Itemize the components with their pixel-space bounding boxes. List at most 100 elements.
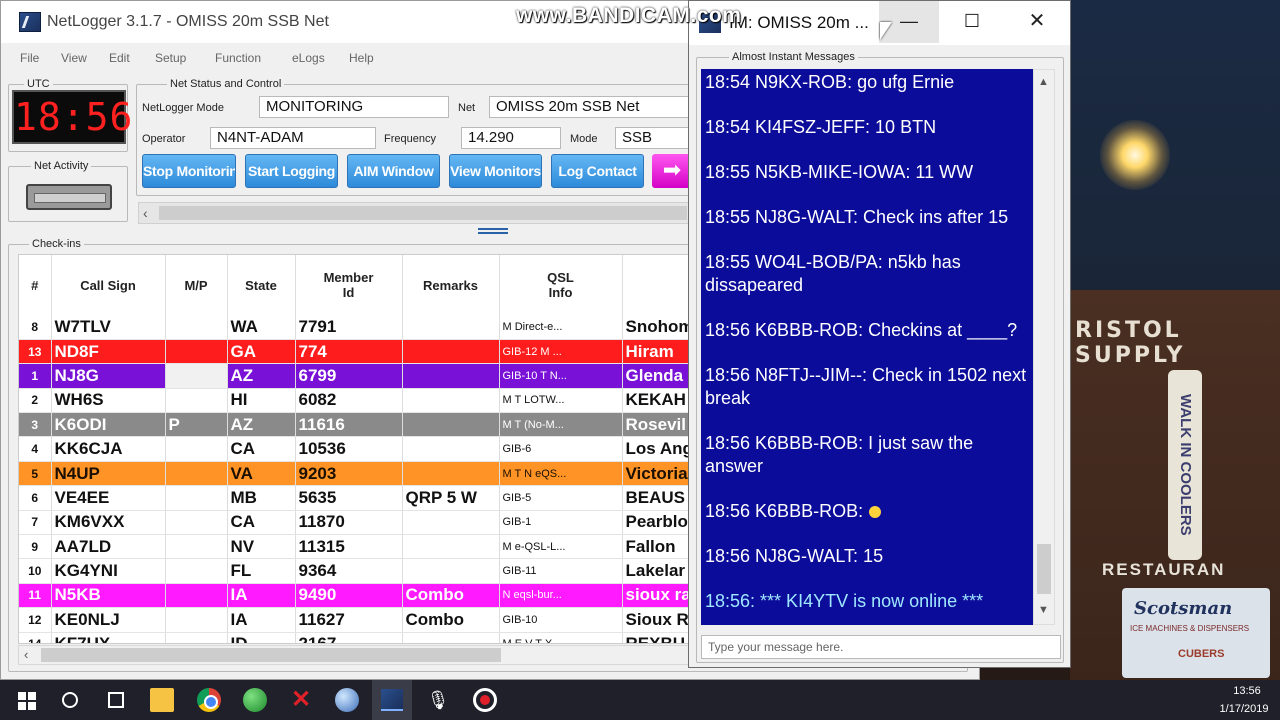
cell-state[interactable]: HI: [227, 388, 296, 414]
cell-num[interactable]: 13: [19, 339, 52, 365]
scroll-left-icon[interactable]: ‹: [143, 203, 148, 223]
cell-remarks[interactable]: Combo: [402, 583, 500, 609]
net-field[interactable]: OMISS 20m SSB Net: [489, 96, 689, 118]
cell-remarks[interactable]: [402, 339, 500, 365]
cell-callsign[interactable]: N4UP: [51, 461, 166, 487]
table-row[interactable]: 3 K6ODI P AZ 11616 M T (No-M... Rosevil: [19, 412, 689, 438]
cell-callsign[interactable]: WH6S: [51, 388, 166, 414]
x-app-icon[interactable]: ✕: [289, 688, 313, 712]
cell-city[interactable]: Pearblo: [622, 510, 689, 536]
cell-mp[interactable]: [165, 363, 228, 389]
menu-file[interactable]: File: [20, 51, 39, 65]
cell-callsign[interactable]: KF7UX: [51, 632, 166, 643]
mode-field[interactable]: MONITORING: [259, 96, 449, 118]
cell-num[interactable]: 1: [19, 363, 52, 389]
network-icon[interactable]: [335, 688, 359, 712]
cell-member-id[interactable]: 5635: [295, 485, 403, 511]
cell-qsl-info[interactable]: GIB-10 T N...: [499, 363, 623, 389]
table-row[interactable]: 7 KM6VXX CA 11870 GIB-1 Pearblo: [19, 510, 689, 536]
cell-num[interactable]: 7: [19, 510, 52, 536]
scrollbar-thumb[interactable]: [41, 648, 501, 662]
cell-mp[interactable]: P: [165, 412, 228, 438]
splitter-handle-icon[interactable]: [478, 228, 508, 234]
cell-remarks[interactable]: [402, 461, 500, 487]
stop-monitoring-button[interactable]: Stop Monitoring: [142, 154, 236, 188]
column-header-remarks[interactable]: Remarks: [402, 255, 500, 315]
table-row[interactable]: 1 NJ8G AZ 6799 GIB-10 T N... Glenda: [19, 363, 689, 389]
cell-remarks[interactable]: [402, 315, 500, 340]
cell-mp[interactable]: [165, 436, 228, 462]
cell-state[interactable]: FL: [227, 558, 296, 584]
cell-member-id[interactable]: 10536: [295, 436, 403, 462]
cell-callsign[interactable]: KE0NLJ: [51, 607, 166, 633]
cell-state[interactable]: AZ: [227, 363, 296, 389]
cell-state[interactable]: NV: [227, 534, 296, 560]
status-horizontal-scrollbar[interactable]: ‹: [138, 202, 690, 224]
cell-qsl-info[interactable]: GIB-12 M ...: [499, 339, 623, 365]
cell-num[interactable]: 12: [19, 607, 52, 633]
cell-state[interactable]: IA: [227, 607, 296, 633]
globe-icon[interactable]: [243, 688, 267, 712]
cell-callsign[interactable]: AA7LD: [51, 534, 166, 560]
cell-member-id[interactable]: 11870: [295, 510, 403, 536]
cell-callsign[interactable]: W7TLV: [51, 315, 166, 340]
menu-help[interactable]: Help: [349, 51, 374, 65]
cell-city[interactable]: Fallon: [622, 534, 689, 560]
column-header-member-id[interactable]: Member Id: [295, 255, 403, 315]
aim-window-button[interactable]: AIM Window: [347, 154, 440, 188]
cell-mp[interactable]: [165, 583, 228, 609]
cell-callsign[interactable]: KG4YNI: [51, 558, 166, 584]
cell-mp[interactable]: [165, 510, 228, 536]
cell-city[interactable]: Sioux R: [622, 607, 689, 633]
cell-num[interactable]: 9: [19, 534, 52, 560]
table-row[interactable]: 5 N4UP VA 9203 M T N eQS... Victoria: [19, 461, 689, 487]
column-header-state[interactable]: State: [227, 255, 296, 315]
scroll-up-icon[interactable]: ▲: [1038, 76, 1049, 88]
cell-member-id[interactable]: 774: [295, 339, 403, 365]
cell-callsign[interactable]: VE4EE: [51, 485, 166, 511]
cell-remarks[interactable]: [402, 632, 500, 643]
cell-city[interactable]: Lakelar: [622, 558, 689, 584]
table-row[interactable]: 12 KE0NLJ IA 11627 Combo GIB-10 Sioux R: [19, 607, 689, 633]
cell-qsl-info[interactable]: M E V T X: [499, 632, 623, 643]
file-explorer-icon[interactable]: [150, 688, 174, 712]
cell-num[interactable]: 2: [19, 388, 52, 414]
menu-setup[interactable]: Setup: [155, 51, 186, 65]
cell-remarks[interactable]: [402, 510, 500, 536]
cell-mp[interactable]: [165, 558, 228, 584]
cell-mp[interactable]: [165, 461, 228, 487]
cell-remarks[interactable]: [402, 558, 500, 584]
chrome-icon[interactable]: [197, 688, 221, 712]
column-header-qsl-info[interactable]: QSL Info: [499, 255, 623, 315]
cell-qsl-info[interactable]: GIB-10: [499, 607, 623, 633]
cell-member-id[interactable]: 9364: [295, 558, 403, 584]
aim-message-log[interactable]: 18:54 N9KX-ROB: go ufg Ernie 18:54 KI4FSZ…: [701, 69, 1033, 625]
cell-callsign[interactable]: NJ8G: [51, 363, 166, 389]
cell-num[interactable]: 6: [19, 485, 52, 511]
taskbar-time[interactable]: 13:56: [1222, 685, 1272, 697]
cell-callsign[interactable]: K6ODI: [51, 412, 166, 438]
start-logging-button[interactable]: Start Logging: [245, 154, 338, 188]
cell-city[interactable]: Rosevil: [622, 412, 689, 438]
cell-member-id[interactable]: 6799: [295, 363, 403, 389]
arrow-right-button[interactable]: ➡: [652, 154, 692, 188]
cell-city[interactable]: sioux ra: [622, 583, 689, 609]
column-header-city[interactable]: [622, 255, 689, 315]
cell-city[interactable]: KEKAH: [622, 388, 689, 414]
cell-state[interactable]: CA: [227, 436, 296, 462]
cell-callsign[interactable]: N5KB: [51, 583, 166, 609]
table-row[interactable]: 8 W7TLV WA 7791 M Direct-e... Snohom: [19, 315, 689, 340]
cell-member-id[interactable]: 7791: [295, 315, 403, 340]
cell-qsl-info[interactable]: M e-QSL-L...: [499, 534, 623, 560]
menu-edit[interactable]: Edit: [109, 51, 130, 65]
taskbar-date[interactable]: 1/17/2019: [1212, 703, 1276, 715]
cell-remarks[interactable]: [402, 534, 500, 560]
cell-mp[interactable]: [165, 534, 228, 560]
scrollbar-thumb[interactable]: [1037, 544, 1051, 594]
table-row[interactable]: 2 WH6S HI 6082 M T LOTW... KEKAH: [19, 388, 689, 414]
cell-num[interactable]: 10: [19, 558, 52, 584]
menu-elogs[interactable]: eLogs: [292, 51, 325, 65]
microphone-icon[interactable]: 🎙: [426, 688, 450, 712]
cell-remarks[interactable]: [402, 363, 500, 389]
cell-city[interactable]: Victoria: [622, 461, 689, 487]
